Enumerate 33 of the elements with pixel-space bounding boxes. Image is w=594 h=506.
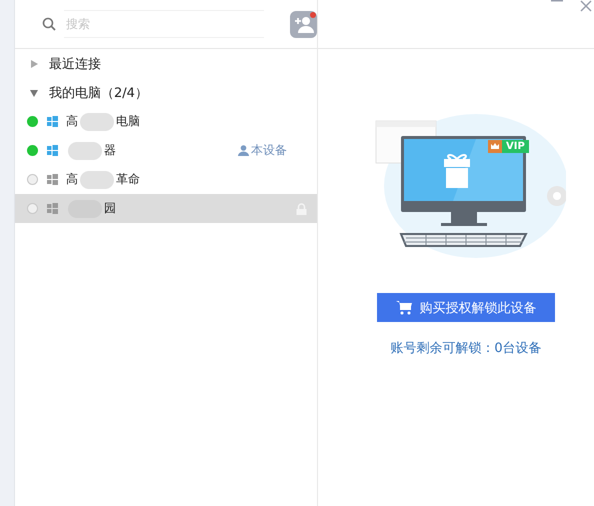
device-row[interactable]: 器 本设备 (15, 136, 317, 165)
windows-icon (47, 145, 58, 156)
expand-icon (30, 60, 38, 68)
windows-icon (47, 174, 58, 185)
group-header[interactable]: 最近连接 (15, 49, 317, 78)
cart-icon (396, 300, 412, 315)
add-contact-icon[interactable] (290, 10, 317, 38)
blurred-area (68, 142, 102, 160)
unlock-remaining-text: 账号剩余可解锁：0台设备 (390, 340, 542, 357)
this-device-label: 本设备 (251, 142, 287, 159)
device-name: 高 (66, 113, 78, 130)
minimize-icon[interactable] (551, 0, 563, 2)
device-name: 革命 (116, 171, 140, 188)
blurred-area (80, 112, 114, 130)
crown-icon (488, 140, 502, 153)
close-icon[interactable] (580, 0, 592, 12)
device-row[interactable]: 高 电脑 (15, 107, 317, 136)
device-name: 高 (66, 171, 78, 188)
device-row[interactable]: 园 (15, 194, 317, 223)
group-header[interactable]: 我的电脑（2/4） (15, 78, 317, 107)
device-name: 电脑 (116, 113, 140, 130)
search-field[interactable]: 搜索 (64, 10, 264, 38)
windows-icon (47, 203, 58, 214)
search-icon (42, 17, 56, 31)
blurred-area (80, 170, 114, 188)
device-name: 园 (104, 200, 116, 217)
buy-license-button[interactable]: 购买授权解锁此设备 (377, 293, 555, 322)
user-icon (238, 145, 249, 156)
device-name: 器 (104, 142, 116, 159)
device-row[interactable]: 高 革命 (15, 165, 317, 194)
collapse-icon (30, 88, 38, 96)
vip-label: VIP (505, 141, 526, 152)
windows-icon (47, 116, 58, 127)
